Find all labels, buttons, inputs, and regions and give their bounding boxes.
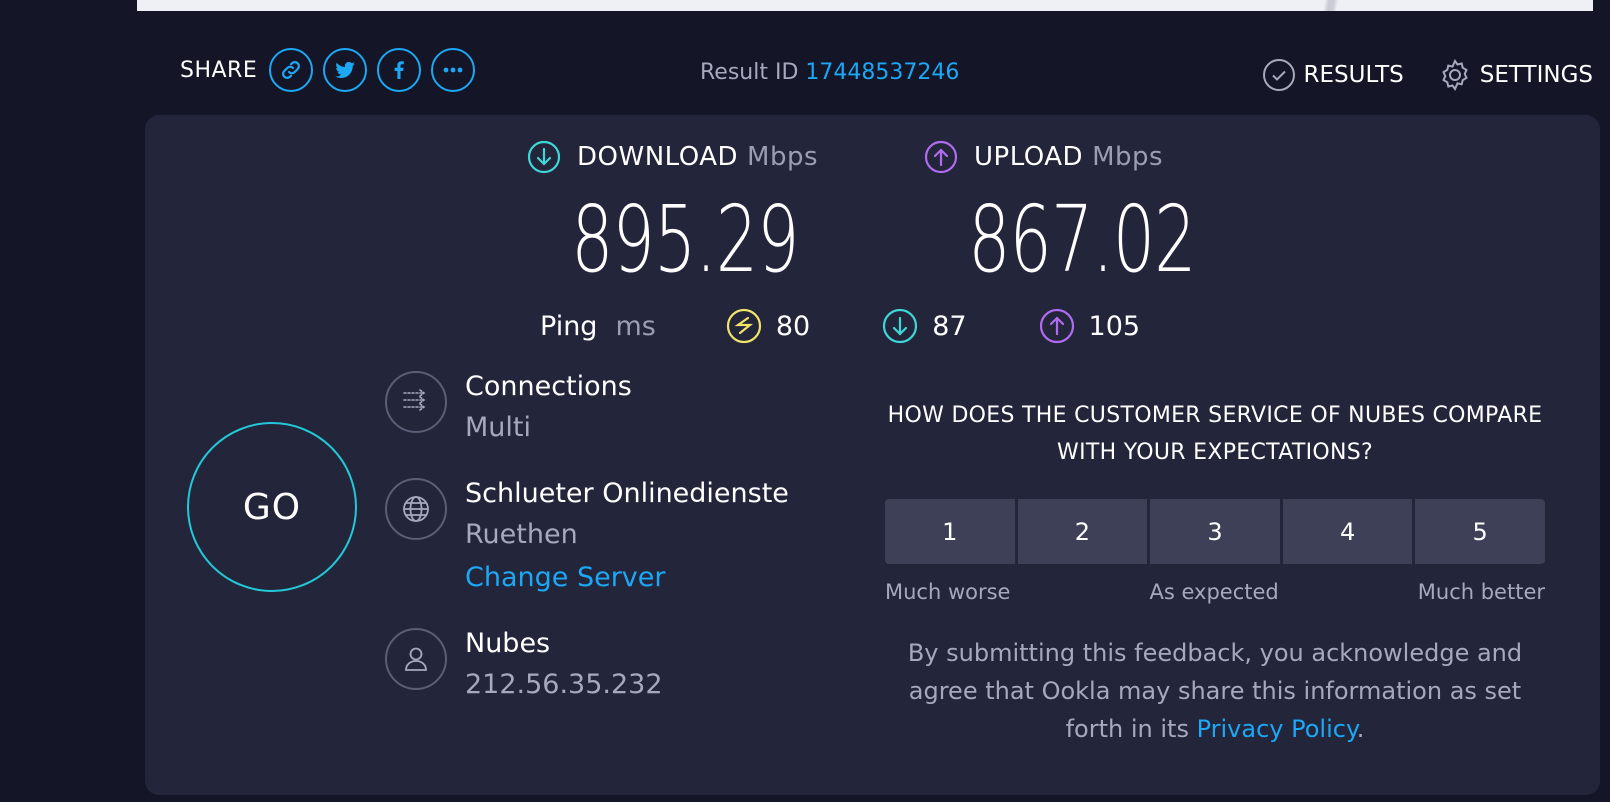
settings-label: SETTINGS	[1479, 62, 1593, 88]
ping-label: Ping	[540, 310, 598, 342]
scale-labels: Much worse As expected Much better	[885, 580, 1545, 604]
rating-button-1[interactable]: 1	[885, 499, 1015, 564]
ping-row: Ping ms 80 87 105	[540, 308, 1212, 344]
scale-low-label: Much worse	[885, 580, 1011, 604]
more-icon	[443, 67, 463, 73]
ping-unit: ms	[615, 310, 656, 342]
feedback-survey: HOW DOES THE CUSTOMER SERVICE OF NUBES C…	[885, 397, 1545, 748]
scale-mid-label: As expected	[1149, 580, 1279, 604]
result-id-link[interactable]: 17448537246	[805, 60, 959, 85]
disclaimer-period: .	[1356, 715, 1365, 743]
result-id: Result ID 17448537246	[700, 60, 959, 85]
ping-idle-value: 80	[775, 310, 811, 342]
results-button[interactable]: RESULTS	[1262, 58, 1404, 92]
upload-label: UPLOAD	[974, 142, 1084, 172]
feedback-disclaimer: By submitting this feedback, you acknowl…	[885, 634, 1545, 748]
connections-value: Multi	[465, 412, 531, 443]
server-title: Schlueter Onlinedienste	[465, 478, 789, 509]
gear-icon	[1441, 58, 1468, 92]
provider-ip: 212.56.35.232	[465, 669, 663, 700]
ping-download-value: 87	[932, 310, 967, 342]
user-icon	[405, 647, 427, 671]
download-value: 895.29	[571, 186, 799, 293]
rating-button-2[interactable]: 2	[1017, 499, 1148, 564]
check-circle-icon	[1262, 59, 1295, 91]
connections-title: Connections	[465, 371, 632, 402]
user-icon-wrap	[385, 628, 447, 690]
result-header: SHARE Result ID 17448537246 RESULTS SETT…	[137, 38, 1593, 108]
ping-idle: 80	[726, 308, 810, 344]
server-info: Schlueter Onlinedienste Ruethen Change S…	[385, 478, 789, 593]
rating-scale: 1 2 3 4 5	[885, 499, 1545, 564]
provider-title: Nubes	[465, 628, 551, 659]
link-icon	[282, 61, 301, 79]
upload-unit: Mbps	[1092, 142, 1164, 172]
ping-upload: 105	[1039, 308, 1141, 344]
rating-button-3[interactable]: 3	[1150, 499, 1280, 564]
ping-upload-value: 105	[1088, 310, 1141, 342]
twitter-icon	[335, 61, 356, 79]
globe-icon	[403, 496, 429, 522]
result-id-label: Result ID	[700, 60, 799, 85]
download-label: DOWNLOAD	[577, 142, 739, 172]
top-banner	[137, 0, 1593, 11]
rating-button-5[interactable]: 5	[1415, 499, 1545, 564]
download-unit: Mbps	[747, 142, 819, 172]
download-latency-icon	[883, 308, 918, 344]
upload-metric: UPLOAD Mbps 867.02	[924, 140, 1240, 286]
upload-icon	[924, 140, 958, 174]
globe-icon-wrap	[385, 478, 447, 540]
privacy-policy-link[interactable]: Privacy Policy	[1197, 715, 1357, 743]
facebook-icon	[394, 61, 405, 79]
share-more-button[interactable]	[431, 48, 476, 92]
scale-high-label: Much better	[1417, 580, 1545, 604]
idle-latency-icon	[726, 308, 761, 344]
download-metric: DOWNLOAD Mbps 895.29	[527, 140, 843, 286]
ping-download: 87	[882, 308, 967, 344]
top-nav: RESULTS SETTINGS	[1228, 58, 1593, 92]
settings-button[interactable]: SETTINGS	[1438, 58, 1593, 92]
upload-latency-icon	[1039, 308, 1074, 344]
download-icon	[527, 140, 561, 174]
share-label: SHARE	[180, 57, 258, 83]
provider-info: Nubes 212.56.35.232	[385, 628, 663, 700]
share-bar: SHARE	[180, 48, 485, 92]
share-link-button[interactable]	[269, 48, 314, 92]
share-twitter-button[interactable]	[323, 48, 368, 92]
connections-icon-wrap	[385, 371, 447, 433]
results-label: RESULTS	[1303, 62, 1404, 88]
connections-info: Connections Multi	[385, 371, 632, 443]
go-button[interactable]: GO	[187, 422, 357, 592]
change-server-link[interactable]: Change Server	[465, 562, 789, 593]
server-location: Ruethen	[465, 519, 578, 550]
rating-button-4[interactable]: 4	[1282, 499, 1413, 564]
connections-icon	[403, 389, 426, 411]
share-facebook-button[interactable]	[377, 48, 422, 92]
survey-question: HOW DOES THE CUSTOMER SERVICE OF NUBES C…	[887, 403, 1543, 465]
upload-value: 867.02	[968, 186, 1196, 293]
result-card: DOWNLOAD Mbps 895.29 UPLOAD Mbps 867.02 …	[145, 115, 1600, 795]
